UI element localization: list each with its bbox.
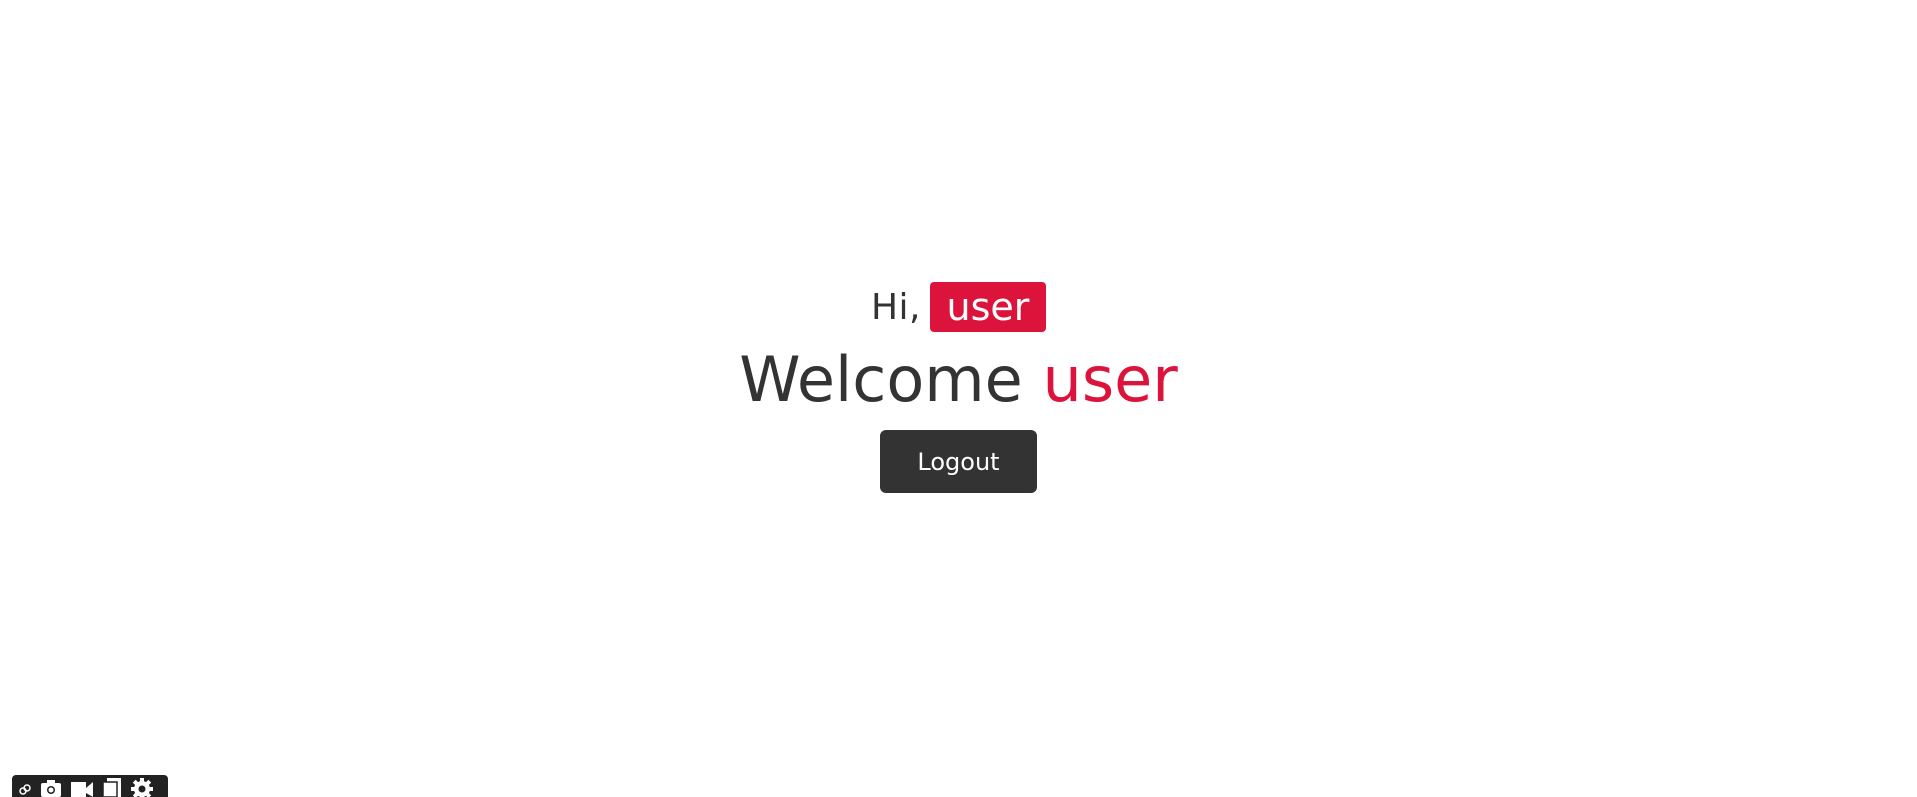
link-icon[interactable]: [18, 777, 32, 797]
copy-icon[interactable]: [102, 777, 122, 797]
welcome-panel: Hi, user Welcome user Logout: [0, 282, 1917, 493]
welcome-heading: Welcome user: [739, 340, 1178, 420]
welcome-username: user: [1042, 343, 1178, 416]
camera-icon[interactable]: [40, 777, 62, 797]
username-badge: user: [930, 282, 1046, 332]
devtools-toolbar: [12, 775, 168, 797]
page: Hi, user Welcome user Logout: [0, 0, 1917, 797]
greeting-prefix: Hi,: [870, 286, 921, 328]
gear-icon[interactable]: [130, 777, 154, 797]
welcome-text: Welcome: [739, 343, 1023, 416]
greeting-line: Hi, user: [871, 282, 1046, 332]
video-icon[interactable]: [70, 777, 94, 797]
logout-button[interactable]: Logout: [880, 430, 1037, 493]
